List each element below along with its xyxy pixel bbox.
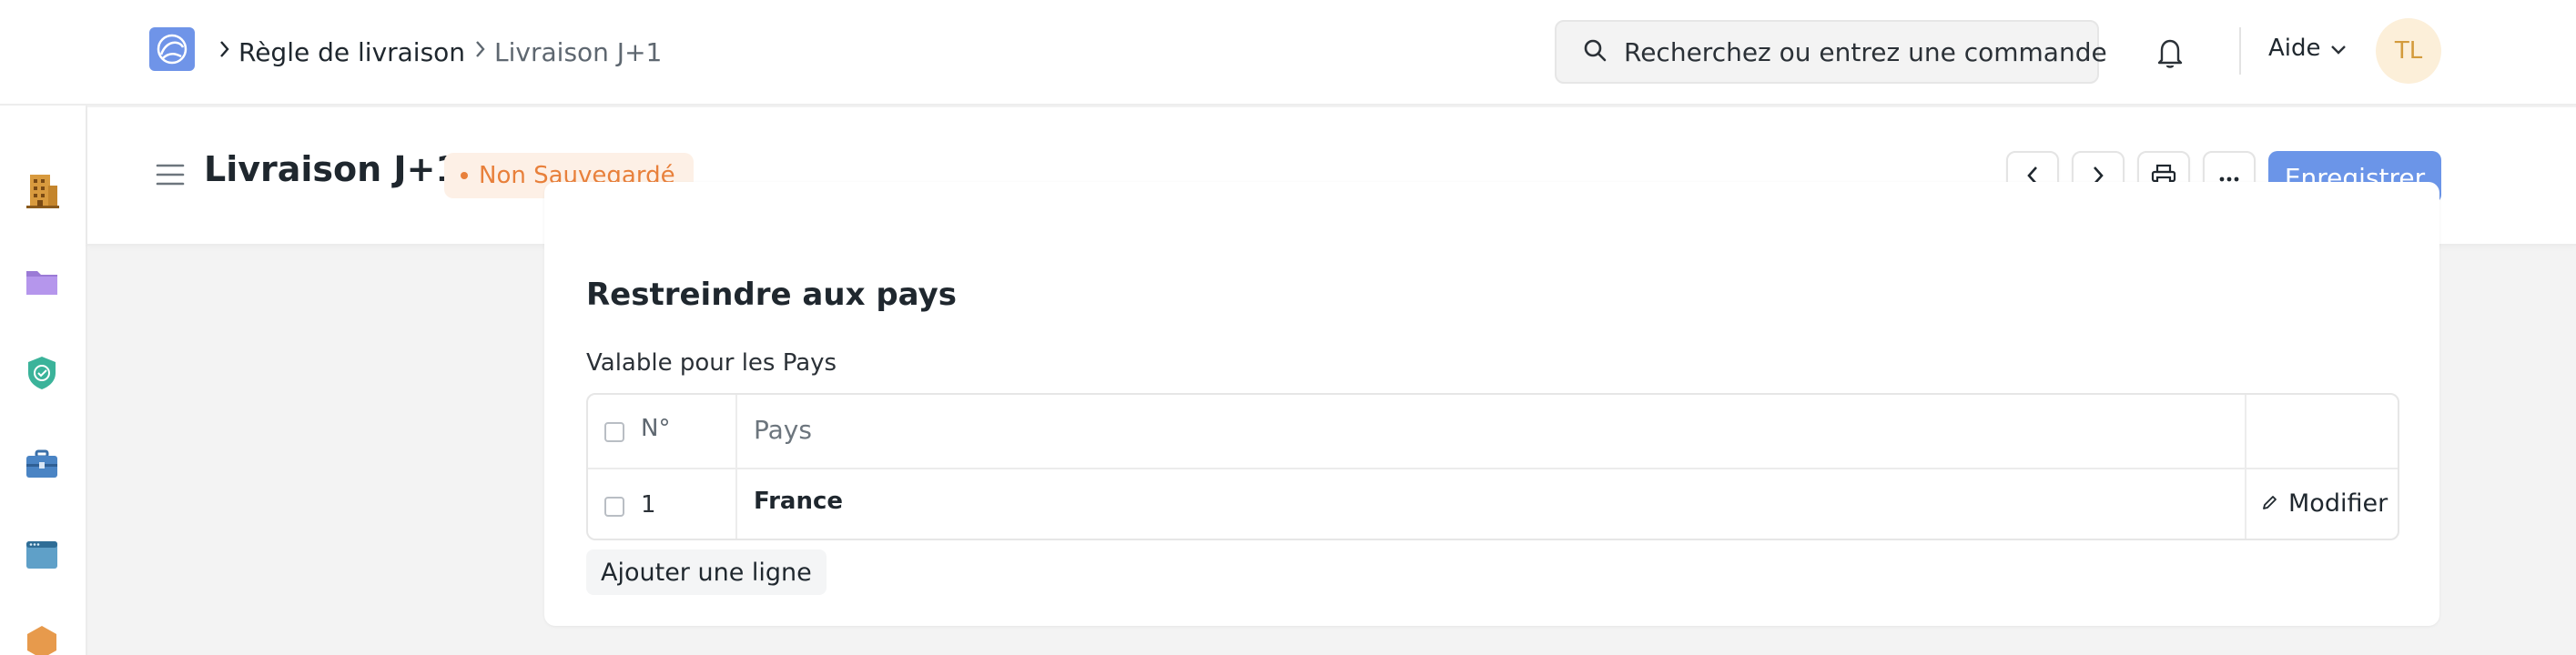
- folder-icon[interactable]: [24, 264, 60, 300]
- select-all-checkbox[interactable]: [604, 422, 624, 442]
- search-placeholder: Recherchez ou entrez une commande: [1624, 36, 2107, 67]
- row-number: 1: [641, 491, 656, 519]
- navbar-divider: [2239, 27, 2241, 75]
- breadcrumb-item-current[interactable]: Livraison J+1: [494, 37, 662, 67]
- row-checkbox[interactable]: [604, 497, 624, 517]
- notification-bell-icon[interactable]: [2154, 35, 2186, 71]
- section-title: Restreindre aux pays: [586, 277, 957, 313]
- column-divider: [2245, 469, 2246, 539]
- column-divider: [2245, 395, 2246, 468]
- hexagon-icon[interactable]: [24, 624, 60, 655]
- field-label: Valable pour les Pays: [586, 349, 837, 377]
- briefcase-icon[interactable]: [24, 446, 60, 482]
- page-title: Livraison J+1: [204, 149, 460, 189]
- search-input[interactable]: Recherchez ou entrez une commande: [1555, 20, 2107, 84]
- help-dropdown[interactable]: Aide: [2268, 35, 2347, 62]
- avatar[interactable]: TL: [2376, 18, 2441, 84]
- menu-icon[interactable]: [155, 162, 186, 187]
- status-dot: [461, 172, 468, 179]
- column-divider: [735, 469, 737, 539]
- breadcrumb: Règle de livraison Livraison J+1: [215, 33, 662, 71]
- add-row-button[interactable]: Ajouter une ligne: [586, 549, 827, 595]
- row-country-value[interactable]: France: [754, 488, 843, 515]
- edit-row-button[interactable]: Modifier: [2261, 489, 2388, 518]
- edit-row-label: Modifier: [2288, 489, 2388, 518]
- chevron-right-icon: [474, 38, 487, 66]
- top-navbar: Règle de livraison Livraison J+1 Recherc…: [0, 0, 2576, 106]
- breadcrumb-item-doctype[interactable]: Règle de livraison: [238, 37, 465, 67]
- app-logo-icon[interactable]: [149, 27, 195, 71]
- section-card: Restreindre aux pays Valable pour les Pa…: [544, 182, 2439, 626]
- chevron-right-icon: [218, 38, 231, 66]
- table-row[interactable]: 1 France Modifier: [588, 468, 2398, 539]
- table-header-row: N° Pays: [588, 395, 2398, 468]
- column-header-no: N°: [641, 415, 671, 442]
- search-icon: [1582, 37, 1607, 66]
- help-label: Aide: [2268, 35, 2321, 62]
- chevron-down-icon: [2330, 35, 2347, 62]
- countries-table: N° Pays 1 France Modifier: [586, 393, 2399, 540]
- building-icon[interactable]: [24, 173, 60, 209]
- shield-check-icon[interactable]: [24, 355, 60, 391]
- column-divider: [735, 395, 737, 468]
- pencil-icon: [2261, 489, 2288, 518]
- column-header-pays: Pays: [754, 415, 812, 445]
- window-icon[interactable]: [24, 537, 60, 573]
